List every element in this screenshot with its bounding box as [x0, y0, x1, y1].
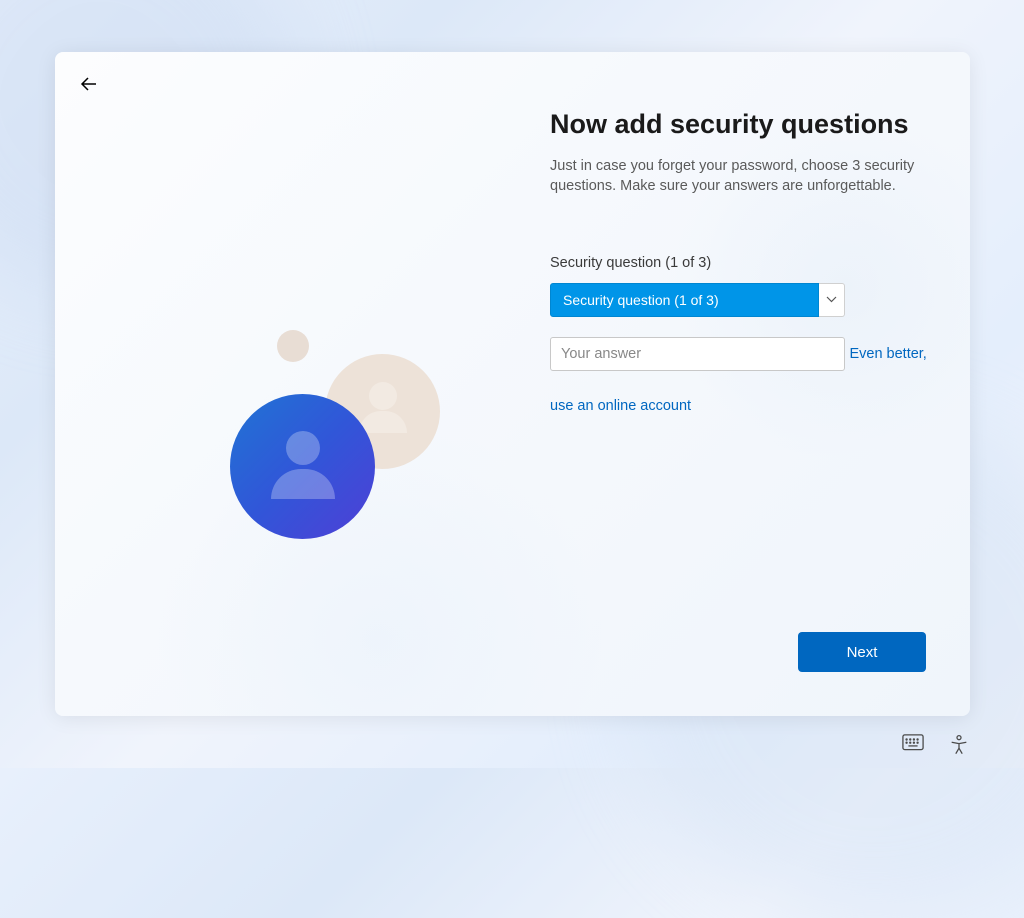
- select-value[interactable]: Security question (1 of 3): [550, 283, 819, 317]
- keyboard-icon: [902, 734, 924, 751]
- avatar-foreground-icon: [230, 394, 375, 539]
- chevron-down-icon: [826, 296, 837, 303]
- arrow-left-icon: [77, 72, 101, 96]
- question-label: Security question (1 of 3): [550, 255, 945, 271]
- user-illustration: [175, 312, 435, 532]
- page-title: Now add security questions: [550, 109, 945, 140]
- next-button[interactable]: Next: [798, 632, 926, 672]
- accessibility-icon: [948, 734, 970, 756]
- back-button[interactable]: [77, 72, 101, 96]
- accessibility-button[interactable]: [948, 734, 970, 756]
- select-toggle[interactable]: [819, 283, 845, 317]
- content-panel: Now add security questions Just in case …: [550, 109, 945, 415]
- keyboard-button[interactable]: [902, 734, 924, 756]
- decoration-dot: [277, 330, 309, 362]
- setup-card: Now add security questions Just in case …: [55, 52, 970, 716]
- answer-input[interactable]: [550, 337, 845, 371]
- page-subtitle: Just in case you forget your password, c…: [550, 156, 945, 197]
- system-tray: [902, 734, 970, 756]
- security-question-select[interactable]: Security question (1 of 3): [550, 283, 845, 317]
